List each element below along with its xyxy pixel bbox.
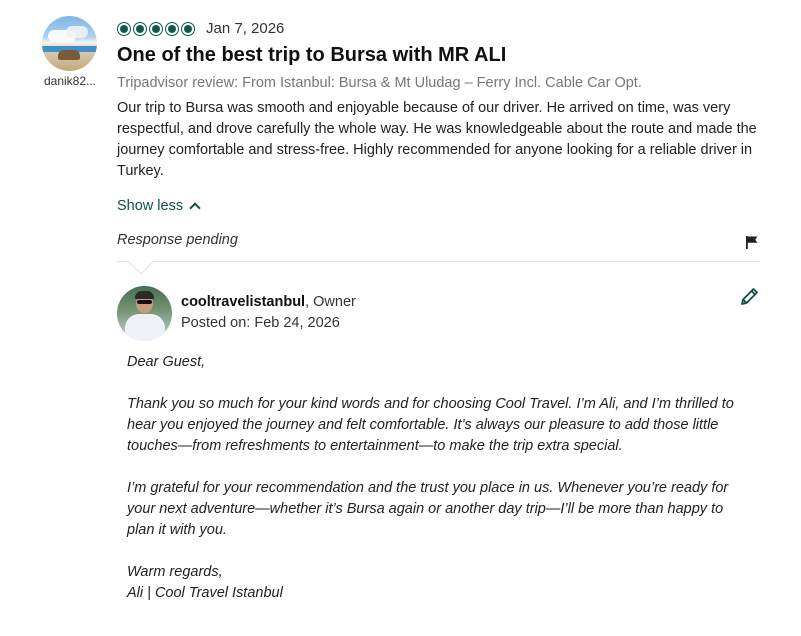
user-avatar[interactable] [42,16,97,71]
show-less-button[interactable]: Show less [117,198,201,214]
response-paragraph: Dear Guest, [127,354,206,370]
owner-name[interactable]: cooltravelistanbul [181,294,305,310]
review-body: Our trip to Bursa was smooth and enjoyab… [117,100,757,179]
section-divider [117,261,760,262]
rating-bubble-icon [133,22,147,36]
rating-bubbles [117,22,195,36]
owner-role: , Owner [305,294,356,310]
response-signoff: Warm regards, Ali | Cool Travel Istanbul [127,564,283,601]
chevron-up-icon [189,202,201,214]
flag-icon[interactable] [745,235,759,249]
show-less-label: Show less [117,198,184,214]
response-notch [128,249,154,275]
response-paragraph: Thank you so much for your kind words an… [127,396,734,454]
review-subtitle: Tripadvisor review: From Istanbul: Bursa… [117,75,642,91]
rating-bubble-icon [181,22,195,36]
reviewer-username[interactable]: danik82... [40,74,100,88]
rating-bubble-icon [165,22,179,36]
pencil-icon[interactable] [738,286,760,308]
posted-date: Posted on: Feb 24, 2026 [181,315,340,331]
response-status: Response pending [117,232,238,248]
response-paragraph: I’m grateful for your recommendation and… [127,480,729,538]
rating-bubble-icon [117,22,131,36]
review-date: Jan 7, 2026 [206,20,285,37]
owner-line: cooltravelistanbul, Owner [181,294,356,310]
owner-response-body: Dear Guest, Thank you so much for your k… [127,352,747,604]
review-title: One of the best trip to Bursa with MR AL… [117,44,507,66]
owner-avatar[interactable] [117,286,172,341]
rating-bubble-icon [149,22,163,36]
